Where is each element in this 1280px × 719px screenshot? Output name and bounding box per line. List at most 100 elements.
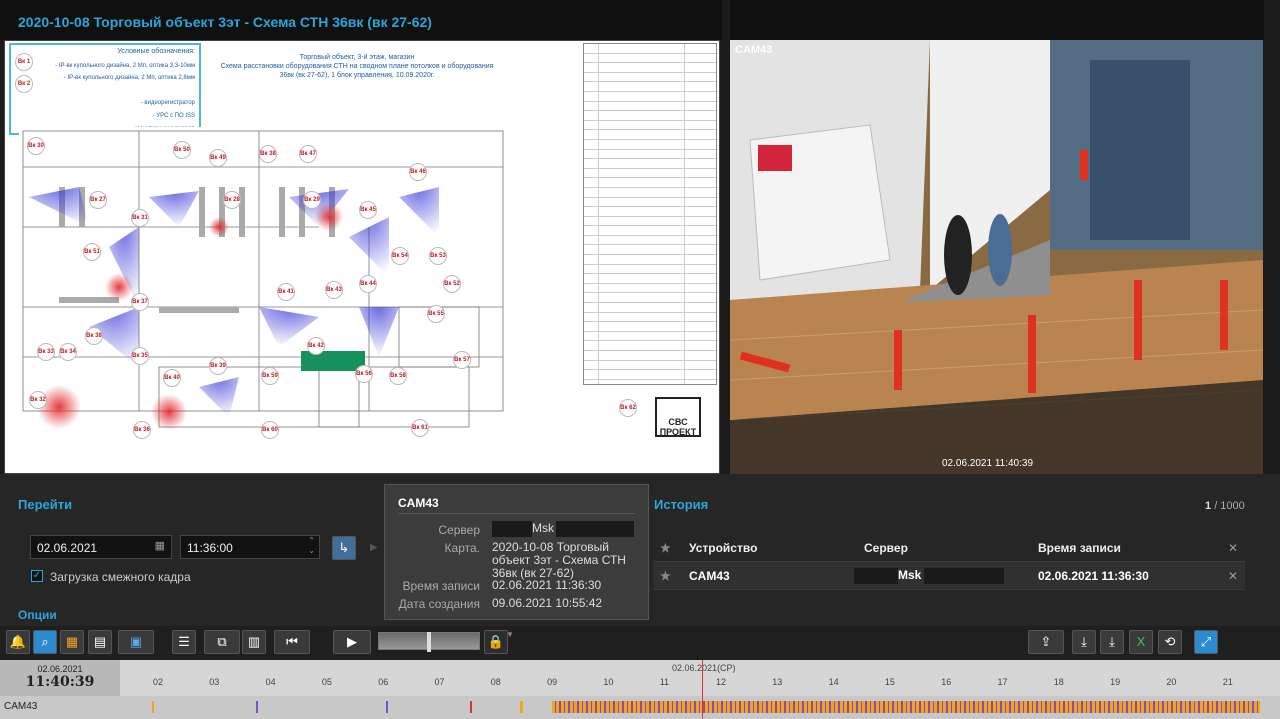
recording-segment[interactable] (470, 701, 472, 713)
export-icon[interactable]: ⇪ (1028, 630, 1064, 654)
col-time[interactable]: Время записи (1038, 541, 1121, 555)
camera-marker[interactable]: Вк 61 (411, 419, 429, 437)
camera-marker[interactable]: Вк 47 (299, 145, 317, 163)
recording-segment[interactable] (152, 701, 154, 713)
playback-cursor[interactable] (702, 660, 703, 719)
camera-marker[interactable]: Вк 31 (131, 209, 149, 227)
recording-segment[interactable] (256, 701, 258, 713)
time-spinner-icon[interactable]: ⌃ ⌄ (308, 536, 315, 556)
camera-marker[interactable]: Вк 38 (85, 327, 103, 345)
date-input[interactable]: 02.06.2021 ▦ (30, 535, 172, 559)
col-server[interactable]: Сервер (864, 541, 908, 555)
remove-row-icon[interactable]: ✕ (1228, 569, 1238, 583)
camera-marker[interactable]: Вк 62 (619, 399, 637, 417)
track-label: CAM43 (4, 701, 38, 712)
recording-segment[interactable] (552, 701, 1260, 713)
camera-marker[interactable]: Вк 50 (173, 141, 191, 159)
alarm-bell-icon[interactable]: 🔔 (6, 630, 30, 654)
camera-marker[interactable]: Вк 28 (223, 191, 241, 209)
camera-marker[interactable]: Вк 55 (427, 305, 445, 323)
record-time-label: Время записи (402, 579, 480, 593)
frame-step-icon[interactable]: ⏮ (274, 630, 310, 654)
camera-marker: Вк 1 (15, 53, 33, 71)
reload-icon[interactable]: ⟲ (1158, 630, 1182, 654)
lock-dropdown-icon[interactable]: ▼ (506, 630, 514, 639)
video-viewer[interactable]: CAM43 02.06.2021 11:40:39 (730, 40, 1263, 474)
camera-marker[interactable]: Вк 35 (131, 347, 149, 365)
recording-segment[interactable] (386, 701, 388, 713)
camera-marker[interactable]: Вк 40 (163, 369, 181, 387)
save-icon[interactable]: ▣ (118, 630, 154, 654)
camera-marker[interactable]: Вк 27 (89, 191, 107, 209)
calendar-icon[interactable]: ▦ (155, 539, 165, 552)
timeline-tick: 03 (209, 677, 220, 687)
clear-all-icon[interactable]: ✕ (1228, 541, 1238, 555)
app-window: 2020-10-08 Торговый объект 3эт - Схема С… (0, 0, 1280, 719)
spec-row (584, 140, 716, 150)
camera-marker[interactable]: Вк 32 (29, 391, 47, 409)
camera-marker[interactable]: Вк 57 (453, 351, 471, 369)
camera-marker[interactable]: Вк 38 (259, 145, 277, 163)
clip-icon[interactable]: ▥ (242, 630, 266, 654)
camera-marker[interactable]: Вк 43 (325, 281, 343, 299)
download-icon[interactable]: ⤓ (1072, 630, 1096, 654)
camera-marker[interactable]: Вк 45 (359, 201, 377, 219)
grid-icon[interactable]: ▤ (88, 630, 112, 654)
camera-marker[interactable]: Вк 53 (429, 247, 447, 265)
spec-row (584, 130, 716, 140)
timeline-tick: 08 (490, 677, 501, 687)
history-total: / 1000 (1214, 500, 1245, 512)
adjacent-frame-checkbox[interactable]: ✓ (31, 570, 43, 582)
map-viewer[interactable]: Условные обозначения: - IP-вк купольного… (4, 40, 720, 474)
col-device[interactable]: Устройство (689, 541, 757, 555)
archive-icon[interactable]: ☰ (172, 630, 196, 654)
timeline-track[interactable]: CAM43 (0, 696, 1280, 719)
timeline[interactable]: 02.06.2021 11:40:39 02 03 04 05 06 07 08 09 10 11… (0, 660, 1280, 719)
time-input[interactable]: 11:36:00 ⌃ ⌄ (180, 535, 320, 559)
recording-segment[interactable] (520, 701, 523, 713)
lock-icon[interactable]: 🔒 (484, 630, 508, 654)
camera-marker[interactable]: Вк 41 (277, 283, 295, 301)
camera-marker[interactable]: Вк 54 (391, 247, 409, 265)
layout-icon[interactable]: ▦ (60, 630, 84, 654)
legend-item: - видеорегистратор (140, 100, 195, 106)
camera-marker[interactable]: Вк 36 (133, 421, 151, 439)
speed-slider[interactable] (378, 632, 480, 652)
star-icon[interactable]: ★ (660, 541, 671, 555)
camera-marker[interactable]: Вк 59 (261, 367, 279, 385)
speed-knob[interactable] (427, 632, 431, 652)
created-value: 09.06.2021 10:55:42 (492, 596, 603, 610)
play-button[interactable]: ▶ (333, 630, 371, 654)
search-icon[interactable]: ⌕ (33, 630, 57, 654)
camera-marker[interactable]: Вк 56 (355, 365, 373, 383)
options-title[interactable]: Опции (18, 608, 57, 622)
camera-marker[interactable]: Вк 34 (59, 343, 77, 361)
next-arrow-icon[interactable]: ▶ (370, 542, 378, 553)
go-to-time-button[interactable]: ↳ (332, 536, 356, 560)
camera-marker[interactable]: Вк 39 (209, 357, 227, 375)
camera-marker[interactable]: Вк 60 (261, 421, 279, 439)
camera-marker[interactable]: Вк 52 (443, 275, 461, 293)
camera-marker[interactable]: Вк 33 (37, 343, 55, 361)
camera-marker[interactable]: Вк 29 (303, 191, 321, 209)
download-check-icon[interactable]: ⤓ (1100, 630, 1124, 654)
spec-row (584, 341, 716, 351)
camera-marker[interactable]: Вк 44 (359, 275, 377, 293)
history-row[interactable]: ★ CAM43 Msk 02.06.2021 11:36:30 ✕ (654, 562, 1245, 590)
excel-icon[interactable]: X (1129, 630, 1153, 654)
camera-marker[interactable]: Вк 42 (307, 337, 325, 355)
camera-marker[interactable]: Вк 51 (83, 243, 101, 261)
camera-marker[interactable]: Вк 30 (27, 137, 45, 155)
fullscreen-icon[interactable]: ⤢ (1194, 630, 1218, 654)
spec-row (584, 54, 716, 64)
star-icon[interactable]: ★ (660, 569, 671, 583)
camera-marker[interactable]: Вк 58 (389, 367, 407, 385)
spec-table (583, 43, 717, 385)
spec-row (584, 207, 716, 217)
camera-marker[interactable]: Вк 46 (409, 163, 427, 181)
camera-marker[interactable]: Вк 49 (209, 149, 227, 167)
timeline-tick: 12 (716, 677, 727, 687)
camera-marker[interactable]: Вк 37 (131, 293, 149, 311)
timeline-tick: 10 (603, 677, 614, 687)
export-frame-icon[interactable]: ⧉ (204, 630, 240, 654)
